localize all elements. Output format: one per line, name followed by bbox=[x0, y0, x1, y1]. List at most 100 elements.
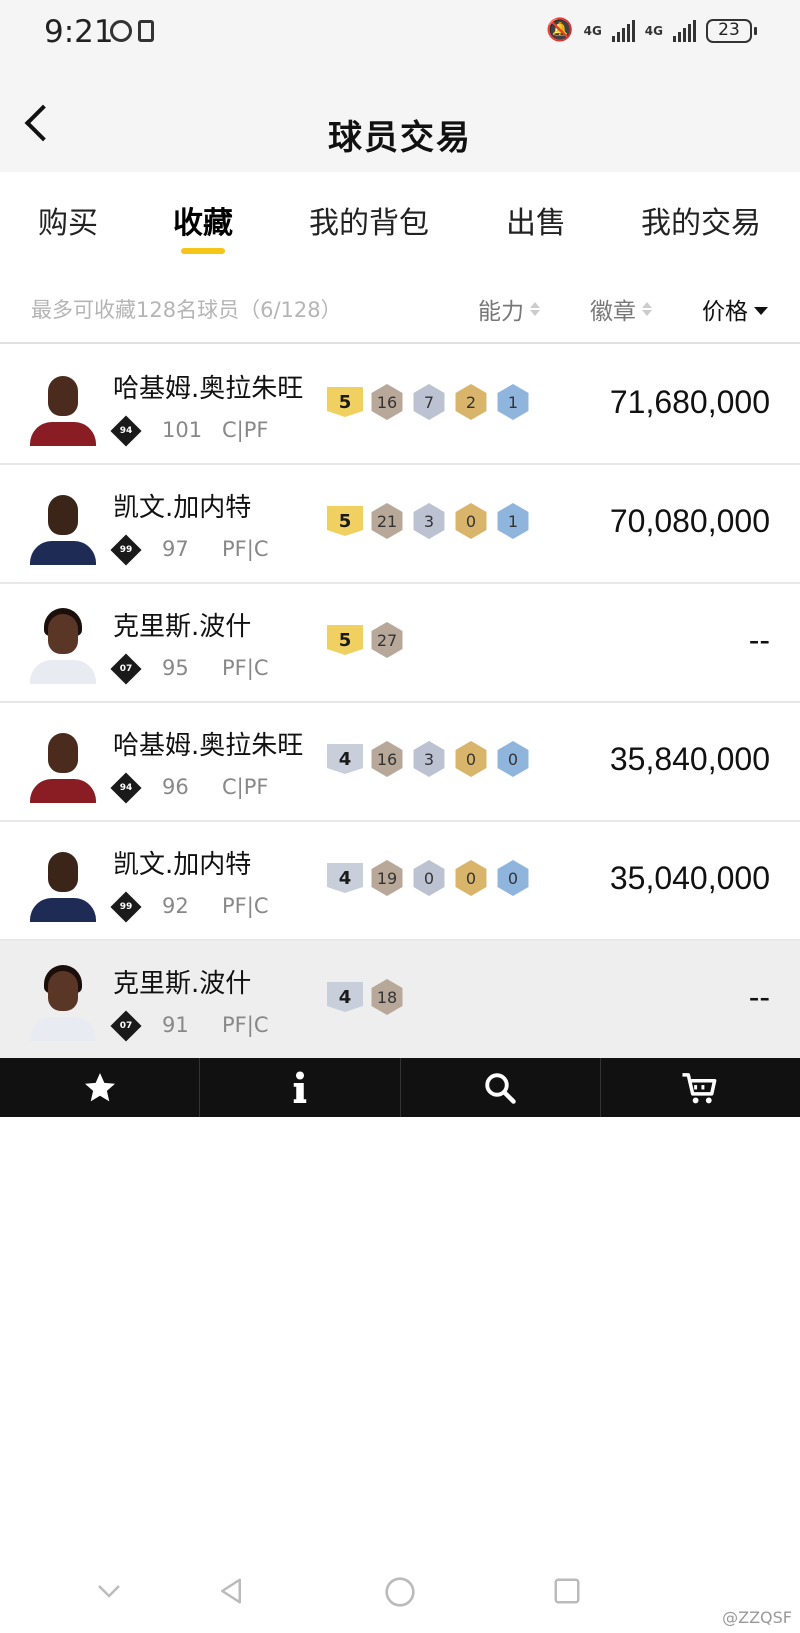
sort-ability[interactable]: 能力 bbox=[478, 292, 540, 326]
player-position: PF|C bbox=[222, 894, 269, 918]
player-avatar bbox=[30, 842, 96, 922]
system-nav-bar bbox=[0, 1560, 800, 1620]
level-badge: 4 bbox=[327, 863, 363, 893]
status-icons-right: 🔕 4G 4G 23 bbox=[546, 18, 757, 43]
badge-count: 0 bbox=[497, 741, 529, 777]
sort-price-label: 价格 bbox=[702, 299, 748, 325]
player-position: C|PF bbox=[222, 775, 269, 799]
tab-my-backpack[interactable]: 我的背包 bbox=[309, 198, 429, 242]
badge-count: 16 bbox=[371, 741, 403, 777]
level-badge: 5 bbox=[327, 625, 363, 655]
level-badge: 4 bbox=[327, 744, 363, 774]
info-button[interactable] bbox=[200, 1058, 401, 1117]
player-avatar bbox=[30, 485, 96, 565]
sort-badge[interactable]: 徽章 bbox=[590, 292, 652, 326]
badge-count: 16 bbox=[371, 384, 403, 420]
favorite-button[interactable] bbox=[0, 1058, 201, 1117]
battery-indicator: 23 bbox=[706, 18, 757, 43]
search-icon bbox=[485, 1072, 516, 1104]
player-price: 35,040,000 bbox=[609, 860, 770, 896]
player-price: -- bbox=[748, 622, 770, 658]
player-name: 凯文.加内特 bbox=[113, 493, 252, 523]
badge-count: 21 bbox=[371, 503, 403, 539]
player-row[interactable]: 克里斯.波什 07 95 PF|C 5 27 -- bbox=[0, 584, 800, 703]
tab-my-trades[interactable]: 我的交易 bbox=[641, 198, 761, 242]
player-row[interactable]: 凯文.加内特 99 97 PF|C 5 21 3 0 1 70,080,000 bbox=[0, 465, 800, 584]
player-row[interactable]: 哈基姆.奥拉朱旺 94 96 C|PF 4 16 3 0 0 35,840,00… bbox=[0, 703, 800, 822]
player-row[interactable]: 哈基姆.奥拉朱旺 94 101 C|PF 5 16 7 2 1 71,680,0… bbox=[0, 346, 800, 465]
nav-recents-icon[interactable] bbox=[552, 1576, 582, 1606]
player-ovr: 95 bbox=[162, 656, 189, 680]
card-rating-icon: 07 bbox=[110, 653, 142, 685]
badge-count: 27 bbox=[371, 622, 403, 658]
badge-group: 5 16 7 2 1 bbox=[327, 384, 531, 420]
player-list: 哈基姆.奥拉朱旺 94 101 C|PF 5 16 7 2 1 71,680,0… bbox=[0, 346, 800, 1060]
title-bar: 球员交易 bbox=[0, 66, 800, 172]
watermark: @ZZQSF bbox=[722, 1608, 792, 1627]
status-icons-left bbox=[110, 20, 154, 42]
card-rating-icon: 94 bbox=[110, 772, 142, 804]
search-button[interactable] bbox=[401, 1058, 601, 1117]
player-price: 71,680,000 bbox=[609, 384, 770, 420]
player-row[interactable]: 克里斯.波什 07 91 PF|C 4 18 -- bbox=[0, 941, 800, 1060]
player-ovr: 92 bbox=[162, 894, 189, 918]
card-rating-icon: 99 bbox=[110, 891, 142, 923]
signal-icon-2 bbox=[673, 19, 696, 42]
player-avatar bbox=[30, 366, 96, 446]
player-price: -- bbox=[748, 979, 770, 1015]
card-rating-icon: 07 bbox=[110, 1010, 142, 1042]
card-rating-icon: 94 bbox=[110, 415, 142, 447]
sort-badge-label: 徽章 bbox=[590, 299, 636, 325]
badge-count: 7 bbox=[413, 384, 445, 420]
action-toolbar bbox=[0, 1058, 800, 1117]
tab-buy[interactable]: 购买 bbox=[38, 198, 98, 242]
badge-count: 18 bbox=[371, 979, 403, 1015]
badge-count: 0 bbox=[497, 860, 529, 896]
nav-collapse-chevron-icon[interactable] bbox=[94, 1576, 124, 1606]
active-tab-indicator bbox=[181, 248, 225, 254]
nav-back-icon[interactable] bbox=[216, 1576, 246, 1606]
bluetooth-battery-icon bbox=[138, 20, 154, 42]
badge-count: 1 bbox=[497, 384, 529, 420]
player-name: 克里斯.波什 bbox=[113, 969, 252, 999]
badge-group: 5 21 3 0 1 bbox=[327, 503, 531, 539]
badge-count: 2 bbox=[455, 384, 487, 420]
status-time: 9:21 bbox=[44, 14, 114, 50]
sort-arrows-icon bbox=[642, 302, 652, 316]
mute-bell-icon: 🔕 bbox=[546, 18, 574, 43]
cart-icon bbox=[682, 1072, 717, 1103]
player-position: PF|C bbox=[222, 1013, 269, 1037]
player-position: C|PF bbox=[222, 418, 269, 442]
level-badge: 4 bbox=[327, 982, 363, 1012]
badge-group: 4 19 0 0 0 bbox=[327, 860, 531, 896]
page-title: 球员交易 bbox=[328, 118, 472, 158]
badge-count: 3 bbox=[413, 741, 445, 777]
info-icon bbox=[293, 1071, 307, 1103]
badge-count: 3 bbox=[413, 503, 445, 539]
network-label-2: 4G bbox=[644, 23, 663, 38]
badge-group: 5 27 bbox=[327, 622, 405, 658]
badge-count: 1 bbox=[497, 503, 529, 539]
tab-favorites[interactable]: 收藏 bbox=[173, 198, 233, 242]
sort-price[interactable]: 价格 bbox=[702, 292, 768, 326]
status-bar: 9:21 🔕 4G 4G 23 bbox=[0, 0, 800, 66]
badge-count: 0 bbox=[413, 860, 445, 896]
card-rating-icon: 99 bbox=[110, 534, 142, 566]
sort-arrows-icon bbox=[530, 302, 540, 316]
badge-count: 0 bbox=[455, 741, 487, 777]
sort-ability-label: 能力 bbox=[478, 299, 524, 325]
player-ovr: 91 bbox=[162, 1013, 189, 1037]
badge-group: 4 18 bbox=[327, 979, 405, 1015]
player-name: 哈基姆.奥拉朱旺 bbox=[113, 731, 304, 761]
player-ovr: 101 bbox=[162, 418, 203, 442]
cart-button[interactable] bbox=[601, 1058, 800, 1117]
level-badge: 5 bbox=[327, 506, 363, 536]
nav-home-icon[interactable] bbox=[384, 1576, 416, 1608]
player-position: PF|C bbox=[222, 537, 269, 561]
tab-sell[interactable]: 出售 bbox=[506, 198, 566, 242]
player-avatar bbox=[30, 961, 96, 1041]
player-ovr: 97 bbox=[162, 537, 189, 561]
player-row[interactable]: 凯文.加内特 99 92 PF|C 4 19 0 0 0 35,040,000 bbox=[0, 822, 800, 941]
player-name: 凯文.加内特 bbox=[113, 850, 252, 880]
level-badge: 5 bbox=[327, 387, 363, 417]
